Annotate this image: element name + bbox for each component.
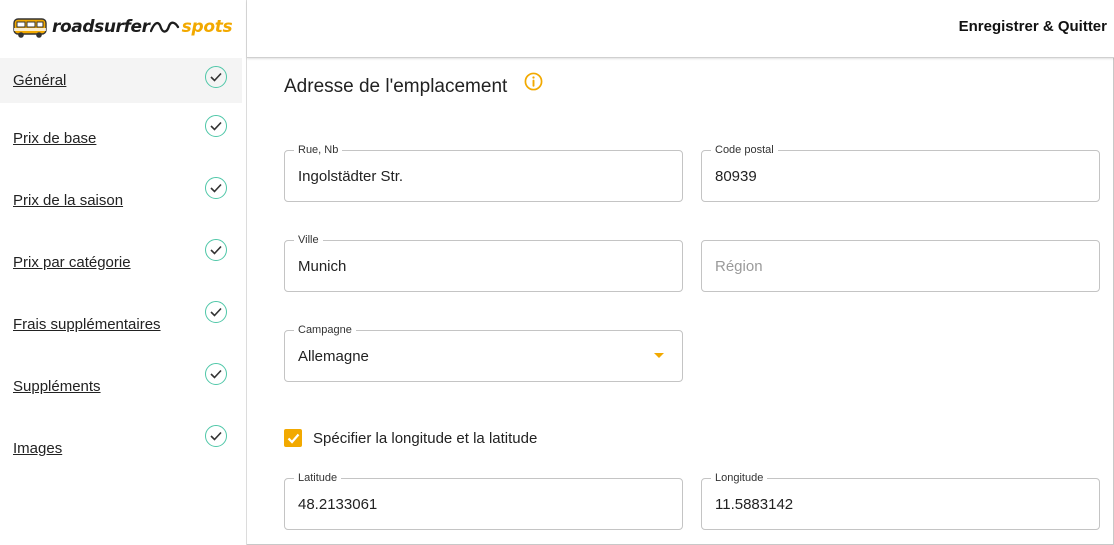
sidebar-item-label: Prix de base — [13, 129, 97, 147]
logo-text: roadsurfer — [52, 17, 150, 37]
check-circle-icon — [205, 115, 227, 137]
city-label: Ville — [294, 234, 323, 247]
check-circle-icon — [205, 66, 227, 88]
wave-icon — [149, 21, 179, 33]
postal-code-input[interactable] — [715, 168, 1053, 185]
coords-checkbox-row[interactable]: Spécifier la longitude et la latitude — [284, 429, 537, 447]
sidebar-item-label: Prix par catégorie — [13, 253, 131, 271]
country-value: Allemagne — [298, 348, 369, 365]
country-select[interactable]: Campagne Allemagne — [284, 324, 683, 382]
top-header: Enregistrer & Quitter — [247, 0, 1114, 58]
sidebar-item-base-price[interactable]: Prix de base — [0, 107, 242, 169]
check-circle-icon — [205, 363, 227, 385]
postal-code-label: Code postal — [711, 144, 778, 157]
check-circle-icon — [205, 177, 227, 199]
street-input[interactable] — [298, 168, 636, 185]
sidebar-item-label: Frais supplémentaires — [13, 315, 161, 333]
logo[interactable]: roadsurfer spots — [12, 12, 233, 42]
main-content: Adresse de l'emplacement Rue, Nb Code po… — [247, 59, 1114, 545]
check-circle-icon — [205, 239, 227, 261]
city-input[interactable] — [298, 258, 636, 275]
longitude-field: Longitude — [701, 472, 1100, 530]
latitude-label: Latitude — [294, 472, 342, 485]
sidebar-item-season-price[interactable]: Prix de la saison — [0, 169, 242, 231]
country-label: Campagne — [294, 324, 356, 337]
sidebar-item-label: Général — [13, 72, 67, 89]
coords-checkbox-label: Spécifier la longitude et la latitude — [313, 429, 538, 447]
region-input[interactable] — [715, 258, 1053, 275]
region-field — [701, 240, 1100, 292]
sidebar-item-label: Images — [13, 439, 63, 457]
latitude-field: Latitude — [284, 472, 683, 530]
sidebar-item-general[interactable]: Général — [0, 58, 242, 103]
van-logo-icon — [13, 18, 47, 38]
city-field: Ville — [284, 234, 683, 292]
check-circle-icon — [205, 301, 227, 323]
postal-code-field: Code postal — [701, 144, 1100, 202]
sidebar: roadsurfer spots Général Prix de base Pr… — [0, 0, 247, 545]
sidebar-item-category-price[interactable]: Prix par catégorie — [0, 231, 242, 293]
checkmark-icon — [287, 433, 299, 444]
check-circle-icon — [205, 425, 227, 447]
section-title: Adresse de l'emplacement — [284, 76, 508, 97]
sidebar-item-extra-fees[interactable]: Frais supplémentaires — [0, 293, 242, 355]
sidebar-item-label: Suppléments — [13, 377, 101, 395]
coords-checkbox[interactable] — [284, 429, 302, 447]
logo-suffix: spots — [181, 17, 233, 37]
sidebar-nav: Général Prix de base Prix de la saison P… — [0, 58, 242, 479]
sidebar-item-label: Prix de la saison — [13, 191, 124, 209]
latitude-input[interactable] — [298, 496, 636, 513]
street-field: Rue, Nb — [284, 144, 683, 202]
caret-down-icon — [654, 353, 664, 358]
longitude-label: Longitude — [711, 472, 768, 485]
sidebar-item-supplements[interactable]: Suppléments — [0, 355, 242, 417]
info-circle-icon[interactable] — [524, 72, 543, 91]
longitude-input[interactable] — [715, 496, 1053, 513]
street-label: Rue, Nb — [294, 144, 343, 157]
save-and-quit-button[interactable]: Enregistrer & Quitter — [959, 18, 1107, 35]
sidebar-item-images[interactable]: Images — [0, 417, 242, 479]
